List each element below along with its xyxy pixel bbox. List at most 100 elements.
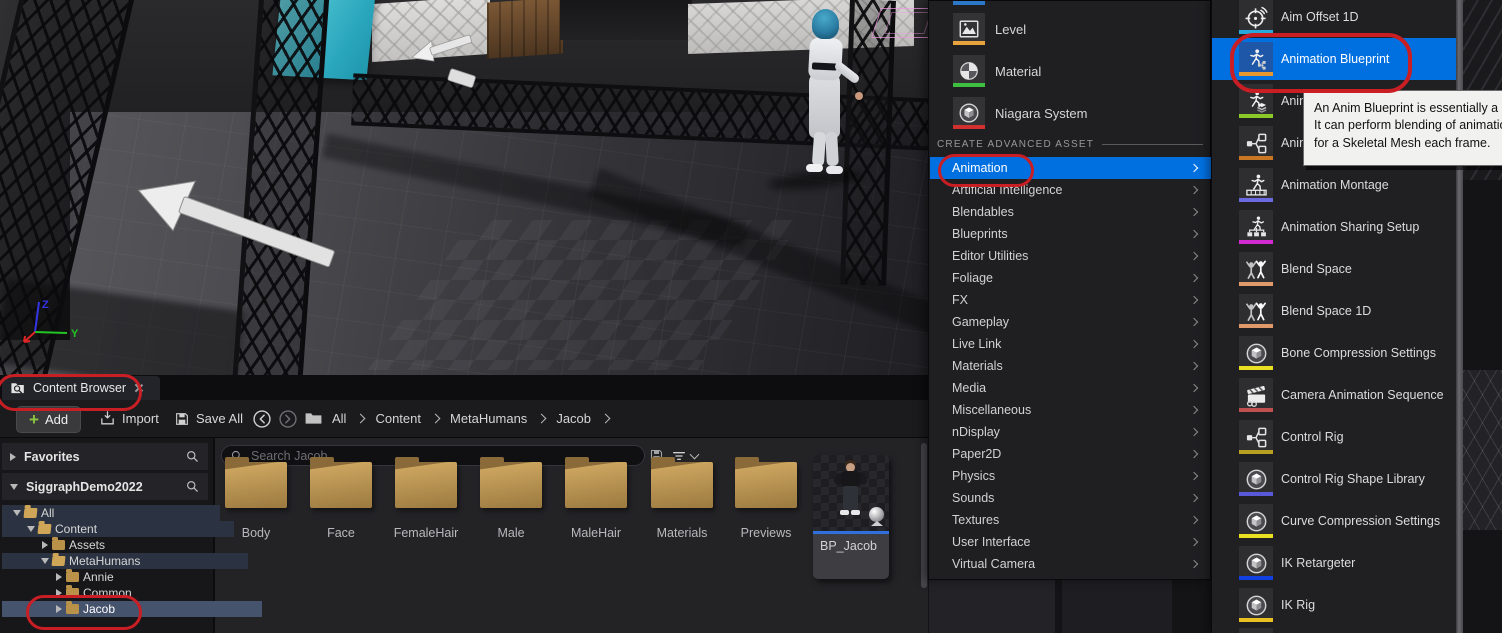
- menu-category-ndisplay[interactable]: nDisplay: [930, 421, 1211, 443]
- search-icon[interactable]: [185, 449, 200, 464]
- collection-header[interactable]: SiggraphDemo2022: [2, 473, 208, 500]
- expand-arrow-icon[interactable]: [56, 573, 62, 581]
- submenu-item-label: Blend Space: [1281, 248, 1352, 290]
- folder-tile-male[interactable]: [480, 462, 542, 508]
- plus-icon: +: [29, 411, 39, 428]
- menu-category-media[interactable]: Media: [930, 377, 1211, 399]
- add-button[interactable]: + Add: [16, 406, 81, 433]
- submenu-item-camera-animation-sequence[interactable]: Camera Animation Sequence: [1212, 374, 1457, 416]
- submenu-item-label: Camera Animation Sequence: [1281, 374, 1444, 416]
- menu-category-user-interface[interactable]: User Interface: [930, 531, 1211, 553]
- submenu-item-blend-space-1d[interactable]: Blend Space 1D: [1212, 290, 1457, 332]
- submenu-item-blend-space[interactable]: Blend Space: [1212, 248, 1457, 290]
- chevron-right-icon[interactable]: [601, 414, 611, 424]
- expand-arrow-icon[interactable]: [42, 541, 48, 549]
- menu-category-animation[interactable]: Animation: [930, 157, 1211, 179]
- cube-sphere-icon: [1245, 342, 1268, 365]
- folder-search-icon: [10, 380, 27, 397]
- collapse-arrow-icon[interactable]: [27, 526, 35, 532]
- translate-gizmo-small[interactable]: [395, 36, 485, 106]
- category-label: Blueprints: [952, 227, 1008, 241]
- character-waistband: [812, 62, 837, 70]
- menu-category-foliage[interactable]: Foliage: [930, 267, 1211, 289]
- menu-category-sounds[interactable]: Sounds: [930, 487, 1211, 509]
- expand-arrow-icon[interactable]: [56, 605, 62, 613]
- menu-item-label: Niagara System: [995, 92, 1087, 134]
- folder-tile-malehair[interactable]: [565, 462, 627, 508]
- expand-arrow-icon[interactable]: [10, 453, 16, 461]
- folder-tile-femalehair[interactable]: [395, 462, 457, 508]
- folder-tile-materials[interactable]: [651, 462, 713, 508]
- tree-item-content[interactable]: Content: [2, 521, 234, 537]
- collapse-arrow-icon[interactable]: [13, 510, 21, 516]
- tab-close-icon[interactable]: [134, 383, 144, 393]
- menu-category-editor-utilities[interactable]: Editor Utilities: [930, 245, 1211, 267]
- submenu-item-animation-blueprint[interactable]: Animation Blueprint: [1212, 38, 1457, 80]
- menu-category-gameplay[interactable]: Gameplay: [930, 311, 1211, 333]
- submenu-arrow-icon: [1190, 406, 1198, 414]
- folder-tile-face[interactable]: [310, 462, 372, 508]
- submenu-arrow-icon: [1190, 538, 1198, 546]
- category-label: FX: [952, 293, 968, 307]
- character-top: [808, 37, 843, 81]
- back-button[interactable]: [252, 406, 272, 431]
- chevron-right-icon: [431, 414, 441, 424]
- submenu-item-aim-offset-1d[interactable]: Aim Offset 1D: [1212, 0, 1457, 38]
- collapse-arrow-icon[interactable]: [10, 484, 18, 490]
- menu-category-miscellaneous[interactable]: Miscellaneous: [930, 399, 1211, 421]
- save-all-button[interactable]: Save All: [174, 406, 243, 431]
- breadcrumb-metahumans[interactable]: MetaHumans: [450, 411, 527, 426]
- asset-thumbnail: [813, 455, 889, 531]
- breadcrumb-jacob[interactable]: Jacob: [556, 411, 591, 426]
- favorites-header[interactable]: Favorites: [2, 443, 208, 470]
- submenu-item-bone-compression-settings[interactable]: Bone Compression Settings: [1212, 332, 1457, 374]
- menu-category-blueprints[interactable]: Blueprints: [930, 223, 1211, 245]
- submenu-item-ik-rig[interactable]: IK Rig: [1212, 584, 1457, 626]
- submenu-item-curve-compression-settings[interactable]: Curve Compression Settings: [1212, 500, 1457, 542]
- breadcrumb-all[interactable]: All: [332, 411, 346, 426]
- submenu-item-label: Animation Sharing Setup: [1281, 206, 1419, 248]
- expand-arrow-icon[interactable]: [56, 589, 62, 597]
- menu-category-fx[interactable]: FX: [930, 289, 1211, 311]
- menu-category-paper2d[interactable]: Paper2D: [930, 443, 1211, 465]
- submenu-arrow-icon: [1190, 164, 1198, 172]
- asset-view-scrollbar[interactable]: [921, 443, 927, 588]
- folder-tile-previews[interactable]: [735, 462, 797, 508]
- character-shoe: [806, 164, 823, 172]
- submenu-item-control-rig[interactable]: Control Rig: [1212, 416, 1457, 458]
- menu-category-live-link[interactable]: Live Link: [930, 333, 1211, 355]
- asset-card-bp-jacob[interactable]: BP_Jacob: [813, 455, 889, 579]
- submenu-item-ik-retargeter[interactable]: IK Retargeter: [1212, 542, 1457, 584]
- menu-item-material[interactable]: Material: [929, 50, 1210, 92]
- menu-category-textures[interactable]: Textures: [930, 509, 1211, 531]
- breadcrumb-content[interactable]: Content: [375, 411, 421, 426]
- content-browser-tab[interactable]: Content Browser: [2, 376, 160, 400]
- menu-category-physics[interactable]: Physics: [930, 465, 1211, 487]
- menu-item-level[interactable]: Level: [929, 8, 1210, 50]
- forward-button[interactable]: [278, 406, 298, 431]
- translate-gizmo-arrow[interactable]: [135, 160, 345, 290]
- collapse-arrow-icon[interactable]: [41, 558, 49, 564]
- menu-category-blendables[interactable]: Blendables: [930, 201, 1211, 223]
- tree-item-assets[interactable]: Assets: [2, 537, 248, 553]
- tree-label: Assets: [69, 538, 105, 552]
- menu-category-materials[interactable]: Materials: [930, 355, 1211, 377]
- viewport-wood-panel: [487, 0, 563, 59]
- import-button[interactable]: Import: [99, 406, 159, 431]
- category-label: Materials: [952, 359, 1003, 373]
- menu-category-virtual-camera[interactable]: Virtual Camera: [930, 553, 1211, 575]
- submenu-item-control-rig-shape-library[interactable]: Control Rig Shape Library: [1212, 458, 1457, 500]
- submenu-item-animation-montage[interactable]: Animation Montage: [1212, 164, 1457, 206]
- two-figures-icon: [1245, 258, 1268, 281]
- category-label: Virtual Camera: [952, 557, 1035, 571]
- submenu-item-animation-sharing-setup[interactable]: Animation Sharing Setup: [1212, 206, 1457, 248]
- tree-item-metahumans[interactable]: MetaHumans: [2, 553, 248, 569]
- content-browser-sidebar: Favorites SiggraphDemo2022 All Content: [0, 438, 215, 633]
- search-icon[interactable]: [185, 479, 200, 494]
- menu-item-niagara-system[interactable]: Niagara System: [929, 92, 1210, 134]
- category-label: Sounds: [952, 491, 994, 505]
- menu-category-artificial-intelligence[interactable]: Artificial Intelligence: [930, 179, 1211, 201]
- folder-tile-body[interactable]: [225, 462, 287, 508]
- tree-item-all[interactable]: All: [2, 505, 220, 521]
- cube-sphere-icon: [1245, 552, 1268, 575]
